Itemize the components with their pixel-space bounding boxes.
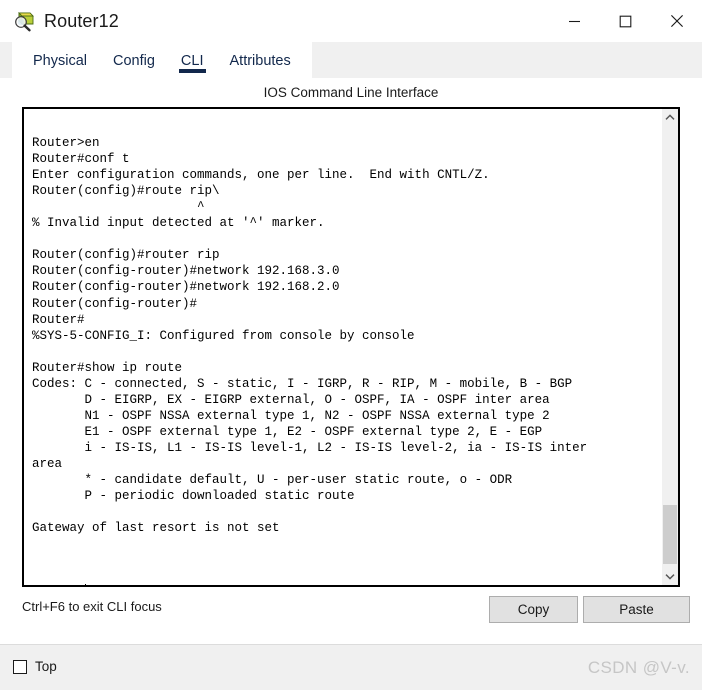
tab-physical-label: Physical bbox=[33, 53, 87, 69]
close-icon bbox=[670, 14, 683, 28]
tab-bar: Physical Config CLI Attributes bbox=[0, 42, 702, 78]
top-checkbox-label: Top bbox=[35, 659, 57, 674]
scrollbar-thumb[interactable] bbox=[663, 505, 677, 564]
terminal-scrollbar[interactable] bbox=[661, 109, 678, 585]
chevron-down-icon bbox=[665, 574, 675, 580]
window-controls bbox=[549, 0, 702, 42]
tab-attributes-label: Attributes bbox=[229, 53, 291, 69]
close-button[interactable] bbox=[651, 0, 702, 42]
cli-panel: IOS Command Line Interface Router>en Rou… bbox=[12, 78, 690, 635]
tab-physical[interactable]: Physical bbox=[20, 42, 100, 78]
terminal-output[interactable]: Router>en Router#conf t Enter configurat… bbox=[24, 109, 661, 585]
tab-cli-label: CLI bbox=[180, 53, 204, 69]
minimize-icon bbox=[569, 20, 580, 22]
chevron-up-icon bbox=[665, 114, 675, 120]
tab-cli[interactable]: CLI bbox=[168, 42, 217, 78]
paste-button[interactable]: Paste bbox=[583, 596, 690, 623]
cli-focus-hint: Ctrl+F6 to exit CLI focus bbox=[22, 599, 162, 614]
router-cli-window: Router12 Physical Config CLI Attributes … bbox=[0, 0, 702, 690]
panel-title: IOS Command Line Interface bbox=[263, 85, 439, 100]
title-bar: Router12 bbox=[0, 0, 702, 42]
watermark: CSDN @V-v. bbox=[587, 658, 690, 677]
maximize-button[interactable] bbox=[600, 0, 651, 42]
scroll-down-button[interactable] bbox=[662, 568, 678, 585]
scroll-up-button[interactable] bbox=[662, 109, 678, 126]
maximize-icon bbox=[619, 15, 632, 27]
terminal-box: Router>en Router#conf t Enter configurat… bbox=[22, 107, 680, 587]
status-bar: Top CSDN @V-v. bbox=[0, 644, 702, 690]
tab-config-label: Config bbox=[113, 53, 155, 69]
copy-button[interactable]: Copy bbox=[489, 596, 578, 623]
tab-strip: Physical Config CLI Attributes bbox=[12, 42, 312, 78]
window-title: Router12 bbox=[44, 10, 119, 31]
top-checkbox[interactable]: Top bbox=[13, 659, 57, 674]
terminal-text: Router>en Router#conf t Enter configurat… bbox=[32, 136, 588, 536]
minimize-button[interactable] bbox=[549, 0, 600, 42]
tab-config[interactable]: Config bbox=[100, 42, 168, 78]
router-magnifier-icon bbox=[13, 10, 35, 32]
terminal-caret bbox=[84, 584, 86, 585]
tab-underline-active bbox=[178, 69, 206, 73]
checkbox-icon[interactable] bbox=[13, 659, 27, 674]
tab-attributes[interactable]: Attributes bbox=[217, 42, 304, 78]
